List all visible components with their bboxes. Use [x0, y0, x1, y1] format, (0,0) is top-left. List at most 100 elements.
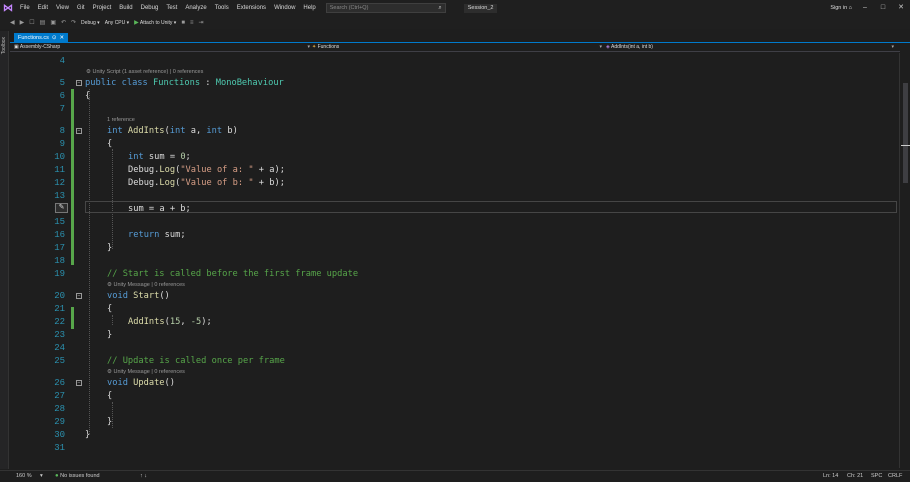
method-icon: ◈ [606, 44, 610, 50]
member-name: AddInts(int a, int b) [610, 44, 653, 50]
token-plain: ; [185, 152, 191, 162]
tab-functions-cs[interactable]: Functions.cs ⊙ ✕ [14, 33, 69, 43]
line-ending[interactable]: CRLF [888, 471, 902, 482]
line-number: 10 [54, 152, 65, 162]
codelens-text: Unity Message | 0 references [113, 282, 185, 288]
code-line-17: } [107, 243, 113, 253]
menu-edit[interactable]: Edit [34, 0, 52, 16]
cursor-line[interactable]: Ln: 14 [823, 471, 838, 482]
menu-test[interactable]: Test [162, 0, 181, 16]
caret-marker [901, 145, 910, 146]
zoom-level[interactable]: 160 % [16, 471, 32, 482]
code-line-29: } [107, 417, 113, 427]
codelens-update[interactable]: ⚙ Unity Message | 0 references [107, 369, 185, 376]
comment-icon[interactable]: ≡ [190, 20, 194, 26]
chevron-down-icon[interactable]: ▾ [40, 471, 43, 482]
issues-indicator[interactable]: ● No issues found [55, 471, 100, 482]
visual-studio-logo-icon: ⋈ [3, 2, 13, 14]
line-number: 9 [59, 139, 65, 149]
collapse-icon[interactable]: − [76, 80, 82, 86]
menu-window[interactable]: Window [270, 0, 299, 16]
menu-view[interactable]: View [52, 0, 73, 16]
indent-mode[interactable]: SPC [871, 471, 882, 482]
chevron-down-icon: ▾ [307, 44, 310, 50]
close-window-button[interactable]: ✕ [892, 0, 910, 16]
menu-analyze[interactable]: Analyze [181, 0, 210, 16]
back-icon[interactable]: ◀ [10, 19, 15, 26]
pin-icon[interactable]: ⊙ [52, 33, 57, 43]
line-number: 25 [54, 356, 65, 366]
forward-icon[interactable]: ▶ [20, 19, 25, 26]
codelens-addints[interactable]: 1 reference [107, 117, 135, 124]
menu-file[interactable]: File [16, 0, 34, 16]
code-line-12: Debug.Log("Value of b: " + b); [128, 178, 285, 188]
platform-dropdown[interactable]: Any CPU ▾ [105, 20, 129, 26]
tab-label: Functions.cs [18, 35, 49, 41]
save-icon[interactable]: ▣ [50, 19, 56, 26]
indent-guide [112, 149, 113, 249]
token-method: Log [159, 165, 176, 175]
token-plain: + b); [253, 178, 285, 188]
redo-icon[interactable]: ↷ [71, 19, 76, 26]
menu-help[interactable]: Help [299, 0, 319, 16]
search-icon: ⌕ [438, 5, 442, 11]
minimize-button[interactable]: – [856, 0, 874, 16]
chevron-down-icon: ▾ [599, 44, 602, 50]
line-number: 19 [54, 269, 65, 279]
member-dropdown[interactable]: ◈ AddInts(int a, int b) ▾ [606, 43, 894, 52]
menu-bar: File Edit View Git Project Build Debug T… [16, 0, 320, 16]
code-line-20: void Start() [107, 291, 170, 301]
close-tab-icon[interactable]: ✕ [59, 33, 64, 43]
toolbox-strip[interactable]: Toolbox [0, 31, 9, 469]
menu-tools[interactable]: Tools [211, 0, 233, 16]
quick-actions-icon[interactable]: ✎ [55, 203, 68, 213]
token-plain: Debug. [128, 178, 160, 188]
toolbox-label[interactable]: Toolbox [1, 37, 7, 54]
menu-debug[interactable]: Debug [137, 0, 163, 16]
collapse-icon[interactable]: − [76, 128, 82, 134]
line-number: 8 [59, 126, 65, 136]
sign-in-link[interactable]: Sign in ⌂ [830, 0, 852, 16]
class-dropdown[interactable]: ✦ Functions ▾ [312, 43, 602, 52]
menu-extensions[interactable]: Extensions [233, 0, 270, 16]
cursor-char[interactable]: Ch: 21 [847, 471, 863, 482]
token-plain: + a); [253, 165, 285, 175]
navigation-bar: ▣ Assembly-CSharp ▾ ✦ Functions ▾ ◈ AddI… [10, 43, 900, 52]
collapse-icon[interactable]: − [76, 380, 82, 386]
vertical-scrollbar[interactable] [899, 53, 910, 468]
open-folder-icon[interactable]: ▤ [40, 19, 46, 26]
line-number: 24 [54, 343, 65, 353]
search-placeholder: Search (Ctrl+Q) [329, 5, 369, 11]
status-bar: 160 % ▾ ● No issues found ↑ ↓ Ln: 14 Ch:… [0, 470, 910, 482]
code-line-21: { [107, 304, 113, 314]
line-number: 31 [54, 443, 65, 453]
nav-arrows-icon[interactable]: ↑ ↓ [140, 471, 147, 482]
scrollbar-thumb[interactable] [903, 83, 908, 183]
code-line-11: Debug.Log("Value of a: " + a); [128, 165, 285, 175]
new-file-icon[interactable]: ☐ [29, 19, 34, 26]
codelens-class[interactable]: ⚙ Unity Script (1 asset reference) | 0 r… [86, 69, 203, 76]
project-dropdown[interactable]: ▣ Assembly-CSharp ▾ [14, 43, 310, 52]
line-number: 28 [54, 404, 65, 414]
bookmark-icon[interactable]: ■ [181, 20, 185, 26]
collapse-icon[interactable]: − [76, 293, 82, 299]
token-number: -5 [190, 317, 202, 327]
code-line-8: int AddInts(int a, int b) [107, 126, 238, 136]
line-number: 4 [59, 56, 65, 66]
indent-icon[interactable]: ⇥ [198, 19, 203, 26]
code-editor[interactable]: 4 5 6 7 8 9 10 11 12 13 14 15 16 17 18 1… [10, 53, 899, 468]
maximize-button[interactable]: □ [874, 0, 892, 16]
token-keyword: int [206, 126, 223, 136]
current-line-highlight [85, 201, 897, 213]
configuration-dropdown[interactable]: Debug ▾ [81, 20, 100, 26]
attach-label: Attach to Unity [139, 20, 173, 26]
attach-to-unity-button[interactable]: ▶ Attach to Unity ▾ [134, 19, 176, 26]
undo-icon[interactable]: ↶ [61, 19, 66, 26]
search-input[interactable]: Search (Ctrl+Q) ⌕ [325, 3, 446, 13]
menu-build[interactable]: Build [115, 0, 136, 16]
change-indicator [71, 89, 74, 265]
menu-git[interactable]: Git [73, 0, 89, 16]
codelens-start[interactable]: ⚙ Unity Message | 0 references [107, 282, 185, 289]
menu-project[interactable]: Project [89, 0, 116, 16]
line-number: 29 [54, 417, 65, 427]
